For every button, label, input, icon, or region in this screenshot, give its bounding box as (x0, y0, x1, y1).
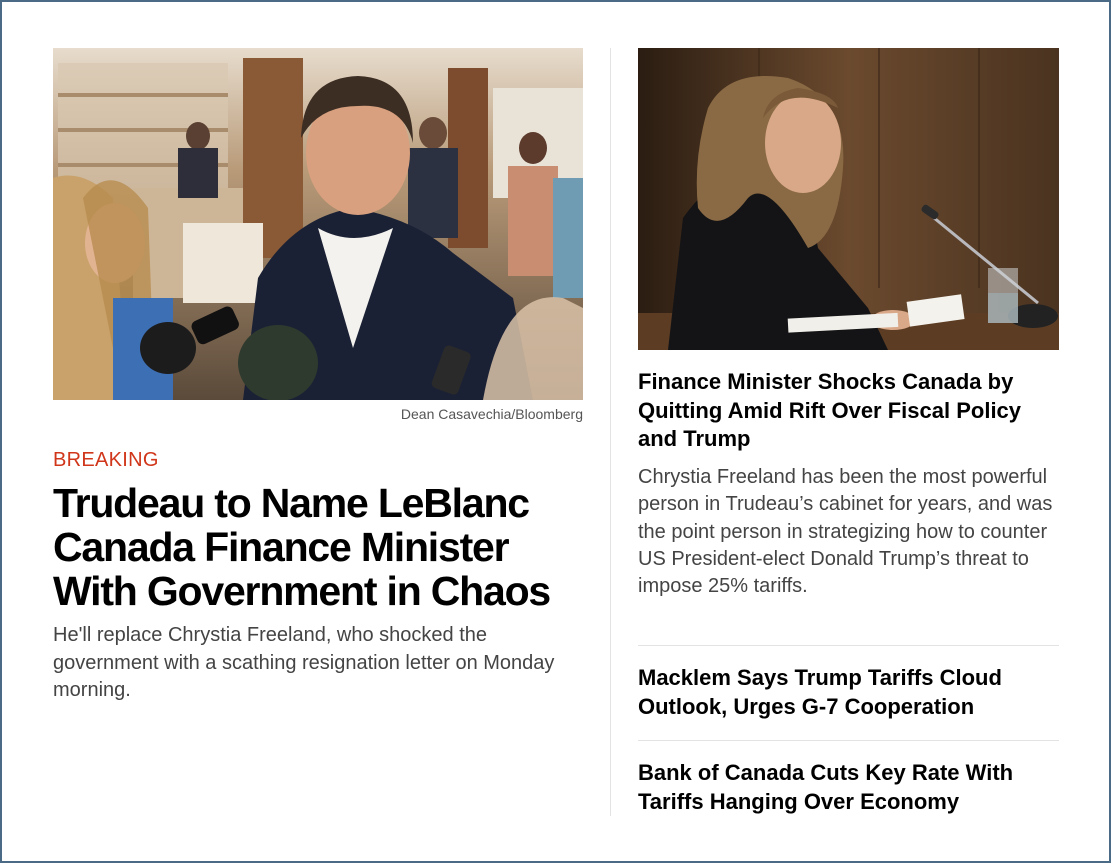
story-link-bank-of-canada[interactable]: Bank of Canada Cuts Key Rate With Tariff… (638, 759, 1063, 816)
lead-summary: He'll replace Chrystia Freeland, who sho… (53, 624, 555, 701)
lead-story-photo[interactable] (53, 48, 583, 400)
lead-headline-link[interactable]: Trudeau to Name LeBlanc Canada Finance M… (53, 481, 593, 613)
story-link-macklem[interactable]: Macklem Says Trump Tariffs Cloud Outlook… (638, 664, 1063, 721)
side-headline-link[interactable]: Finance Minister Shocks Canada by Quitti… (638, 368, 1063, 454)
side-story-photo[interactable] (638, 48, 1059, 350)
story-divider (638, 740, 1059, 741)
column-divider (610, 48, 611, 816)
side-summary: Chrystia Freeland has been the most powe… (638, 466, 1053, 598)
story-divider (638, 645, 1059, 646)
photo-credit: Dean Casavechia/Bloomberg (400, 406, 583, 422)
breaking-label: BREAKING (53, 449, 159, 471)
